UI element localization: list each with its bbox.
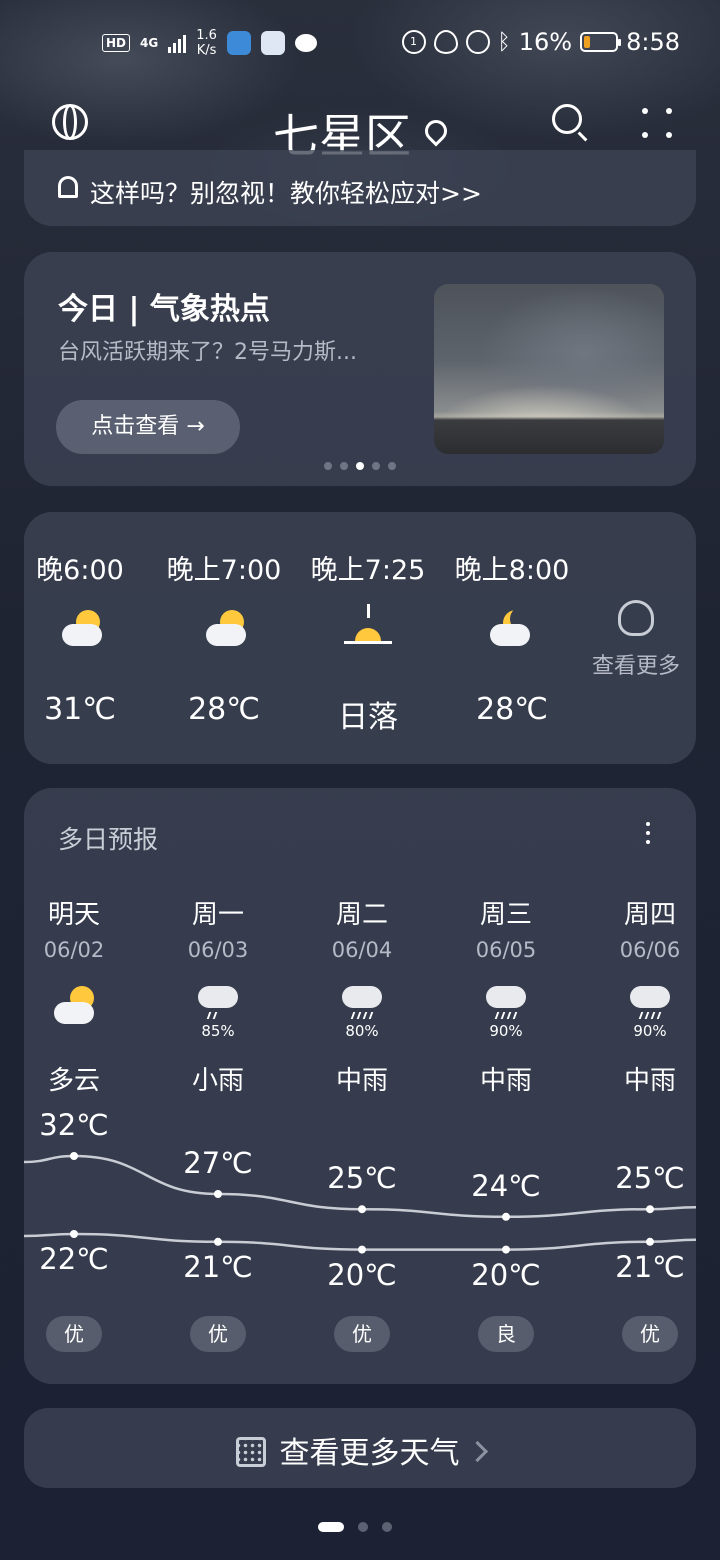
network-speed: 1.6 K/s	[196, 28, 217, 58]
baidu-notification-icon	[260, 31, 285, 55]
message-icon	[294, 34, 317, 52]
carousel-dot	[324, 462, 332, 470]
hourly-time: 晚上7:25	[310, 555, 426, 586]
page-dot[interactable]	[382, 1522, 392, 1532]
clock: 8:58	[626, 28, 680, 56]
carousel-dot	[356, 462, 364, 470]
view-button[interactable]: 点击查看 →	[56, 400, 240, 454]
page-dot[interactable]	[318, 1522, 344, 1532]
chevron-right-icon	[466, 1440, 488, 1463]
network-type: 4G	[140, 36, 159, 50]
location-pin-icon	[420, 115, 452, 147]
temperature-curves	[24, 1152, 696, 1254]
hourly-temp: 28℃	[476, 692, 548, 727]
sunset-label: 日落	[338, 700, 398, 735]
hourly-forecast-card: 晚6:00 31℃ 晚上7:00 28℃ 晚上7:25 日落 晚上8:00 28…	[24, 512, 696, 764]
bell-icon	[58, 176, 78, 198]
sunset-icon	[344, 604, 394, 654]
high-temp-line-point	[358, 1205, 366, 1214]
bluetooth-icon: ᛒ	[497, 29, 511, 55]
multi-day-forecast-card[interactable]: 多日预报 明天 06/02 多云 32℃ 22℃ 优周一 06/03 85% 小雨 27℃ 21℃ 优…	[24, 788, 696, 1384]
alarm-icon	[465, 30, 490, 54]
hourly-temp: 28℃	[188, 692, 260, 727]
partly-cloudy-icon	[56, 604, 106, 654]
low-temp-line-point	[646, 1237, 654, 1246]
low-temp-line-point	[358, 1245, 366, 1254]
signal-icon	[168, 33, 187, 53]
cloudy-night-icon	[488, 604, 538, 654]
more-weather-label: 查看更多天气	[279, 1436, 460, 1471]
hourly-time: 晚上7:00	[166, 555, 282, 586]
high-temp-line-point	[646, 1205, 654, 1214]
hd-badge: HD	[102, 34, 131, 52]
more-weather-button[interactable]: 查看更多天气	[24, 1408, 696, 1488]
carousel-dot	[388, 462, 396, 470]
low-temp-line-point	[502, 1245, 510, 1254]
low-temp-line-point	[214, 1237, 222, 1246]
see-more-label: 查看更多	[591, 654, 680, 679]
page-indicator	[318, 1522, 392, 1532]
status-bar: HD 4G 1.6 K/s 1 ᛒ 16% 8:58	[0, 22, 720, 66]
eye-comfort-icon	[433, 30, 458, 54]
page-dot[interactable]	[358, 1522, 368, 1532]
notice-text: 这样吗？别忽视！教你轻松应对>>	[90, 179, 482, 208]
hot-topic-title: 今日 | 气象热点	[58, 292, 270, 327]
carousel-dot	[340, 462, 348, 470]
carousel-dot	[372, 462, 380, 470]
swipe-hand-icon	[618, 600, 654, 636]
hourly-temp: 31℃	[44, 692, 116, 727]
low-temp-line-point	[70, 1230, 78, 1238]
see-more-hourly[interactable]: 查看更多	[580, 600, 692, 680]
battery-percent: 16%	[518, 28, 573, 56]
carousel-indicator	[324, 462, 396, 470]
high-temp-line-point	[214, 1190, 222, 1198]
calendar-icon	[235, 1437, 266, 1467]
nfc-icon: 1	[401, 30, 426, 54]
hot-topic-subtitle: 台风活跃期来了？2号马力斯...	[58, 340, 357, 365]
storm-cloud-image[interactable]	[434, 284, 664, 454]
hourly-time: 晚上8:00	[454, 555, 570, 586]
partly-cloudy-icon	[200, 604, 250, 654]
hourly-time: 晚6:00	[36, 555, 124, 586]
more-options-icon[interactable]	[640, 106, 674, 140]
battery-icon	[580, 32, 622, 52]
weather-hot-topic-card[interactable]: 今日 | 气象热点 台风活跃期来了？2号马力斯... 点击查看 →	[24, 252, 696, 486]
alert-notice[interactable]: 这样吗？别忽视！教你轻松应对>>	[24, 150, 696, 226]
high-temp-line-point	[70, 1152, 78, 1160]
search-icon[interactable]	[552, 104, 582, 134]
app-notification-icon	[226, 31, 251, 55]
high-temp-line-point	[502, 1212, 510, 1221]
